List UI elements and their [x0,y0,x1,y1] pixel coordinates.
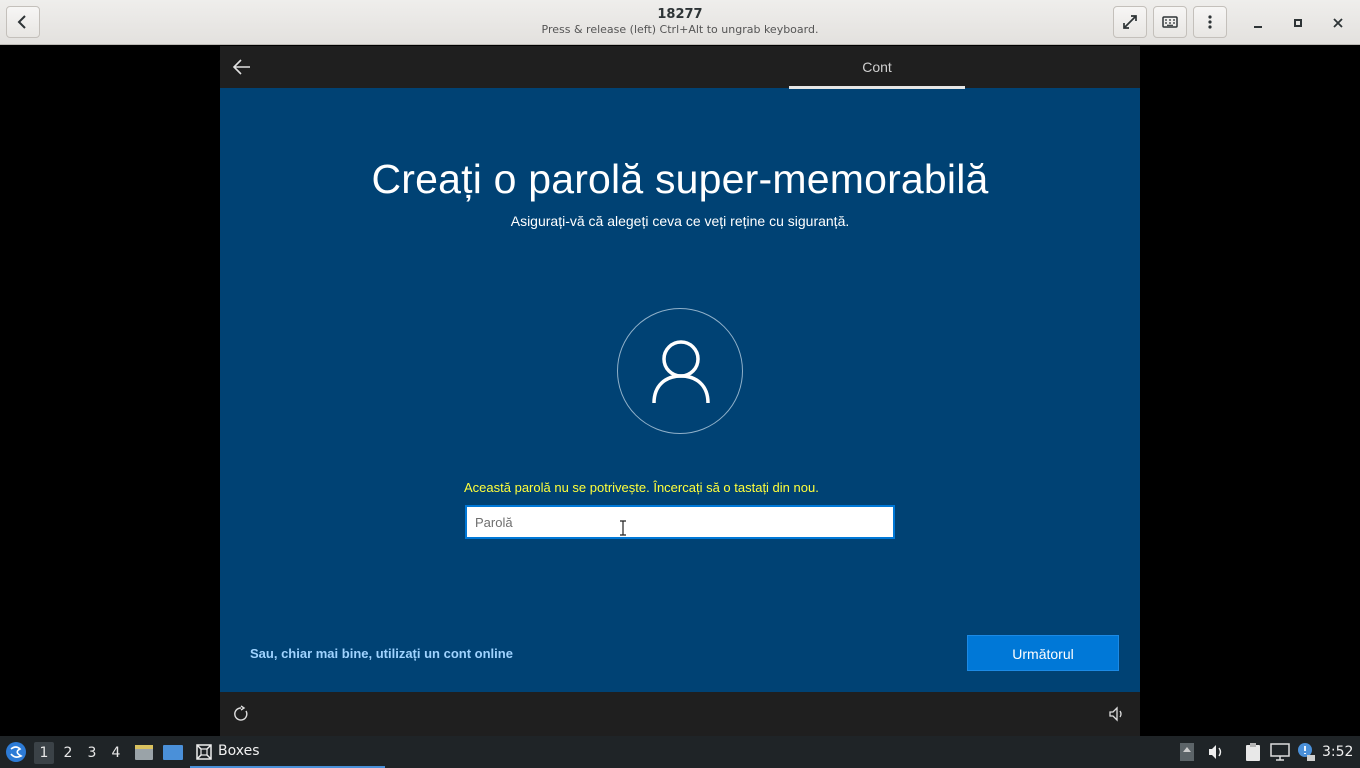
clipboard-icon [1246,743,1260,761]
upload-icon [1180,743,1194,761]
online-account-link[interactable]: Sau, chiar mai bine, utilizați un cont o… [250,646,513,661]
oobe-top-bar: Cont [220,46,1140,89]
tray-network[interactable] [1270,743,1290,765]
taskbar-item-label: Boxes [218,743,260,759]
panel-clock[interactable]: 3:52 [1322,744,1353,760]
tray-notifications[interactable] [1296,742,1316,766]
keyboard-button[interactable] [1153,6,1187,38]
maximize-button[interactable] [1287,12,1309,34]
speaker-icon [1109,706,1122,722]
close-icon [1333,18,1343,28]
speaker-icon [1209,745,1222,759]
oobe-bottom-bar [220,692,1140,736]
tray-updates[interactable] [1180,743,1194,765]
ease-of-access-icon [234,705,248,721]
tray-volume[interactable] [1207,744,1225,764]
user-icon [652,340,710,404]
tab-account: Cont [862,59,892,75]
oobe-back-button[interactable] [230,56,254,78]
tab-indicator [789,86,965,89]
kebab-menu-icon [1208,15,1212,29]
start-menu-button[interactable] [5,741,27,767]
maximize-icon [1294,19,1302,27]
workspace-1[interactable]: 1 [34,742,54,764]
workspace-4[interactable]: 4 [106,742,126,764]
arrow-left-icon [232,59,250,75]
boxes-app-icon [196,744,212,760]
distro-logo-icon [6,742,26,762]
folder-icon [135,745,153,760]
network-icon [1270,743,1290,761]
password-input[interactable] [465,505,895,539]
desktop-icon [163,745,183,760]
workspace-2[interactable]: 2 [58,742,78,764]
minimize-button[interactable] [1247,12,1269,34]
desktop-panel: 1 2 3 4 Boxes 3:52 [0,736,1360,768]
fullscreen-icon [1123,15,1137,29]
desktop-launcher[interactable] [162,743,184,765]
fullscreen-button[interactable] [1113,6,1147,38]
tray-clipboard[interactable] [1243,742,1263,766]
keyboard-icon [1162,16,1178,28]
text-cursor-icon [620,520,626,536]
vm-display[interactable]: Cont Creați o parolă super-memorabilă As… [220,46,1140,736]
minimize-icon [1254,26,1262,28]
workspace-3[interactable]: 3 [82,742,102,764]
close-button[interactable] [1327,12,1349,34]
page-subtitle: Asigurați-vă că alegeți ceva ce veți reț… [510,213,850,229]
boxes-header-bar: 18277 Press & release (left) Ctrl+Alt to… [0,0,1360,45]
next-button[interactable]: Următorul [967,635,1119,671]
oobe-volume-button[interactable] [1108,706,1126,726]
ease-of-access-button[interactable] [232,705,250,727]
file-manager-launcher[interactable] [134,743,154,765]
taskbar-item-boxes[interactable]: Boxes [190,736,385,768]
avatar [617,308,743,434]
password-error-message: Această parolă nu se potrivește. Încerca… [464,480,819,495]
menu-button[interactable] [1193,6,1227,38]
notification-icon [1298,743,1315,761]
page-title: Creați o parolă super-memorabilă [371,156,989,202]
